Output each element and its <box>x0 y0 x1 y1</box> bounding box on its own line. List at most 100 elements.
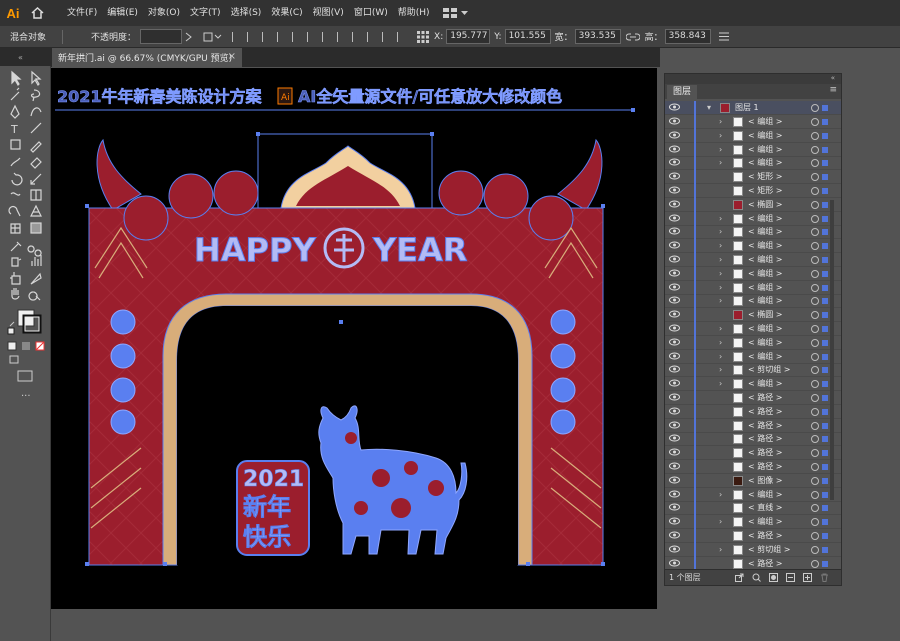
target-icon[interactable] <box>811 200 819 209</box>
target-icon[interactable] <box>811 532 819 540</box>
layer-row[interactable]: < 路径 > <box>665 418 841 433</box>
height-input[interactable]: 358.843 <box>664 29 711 44</box>
layer-row[interactable]: › < 编组 > <box>665 294 841 309</box>
target-icon[interactable] <box>811 159 819 168</box>
eye-icon[interactable] <box>669 131 680 139</box>
target-icon[interactable] <box>811 338 819 347</box>
target-icon[interactable] <box>811 118 819 126</box>
default-colors-icon[interactable] <box>7 327 15 335</box>
target-icon[interactable] <box>811 366 819 375</box>
chevron-right-icon[interactable]: › <box>719 281 722 295</box>
target-icon[interactable] <box>811 145 819 154</box>
rectangle-tool-icon[interactable] <box>10 139 21 150</box>
selection-indicator[interactable] <box>822 284 828 291</box>
menu-view[interactable]: 视图(V) <box>308 0 349 26</box>
eye-icon[interactable] <box>669 283 680 291</box>
chevron-right-icon[interactable]: › <box>719 363 722 377</box>
eye-icon[interactable] <box>669 421 680 429</box>
layer-row[interactable]: < 椭圆 > <box>665 308 841 323</box>
selection-indicator[interactable] <box>822 464 828 470</box>
target-icon[interactable] <box>811 131 819 140</box>
chevron-right-icon[interactable]: › <box>719 225 722 239</box>
target-icon[interactable] <box>811 297 819 306</box>
drawing-mode-icon[interactable] <box>9 355 19 364</box>
eye-icon[interactable] <box>669 503 680 511</box>
selection-indicator[interactable] <box>822 450 828 457</box>
layer-row[interactable]: › < 编组 > <box>665 349 841 364</box>
target-icon[interactable] <box>811 380 819 389</box>
panel-menu-icon[interactable]: ≡ <box>829 85 837 95</box>
clipping-mask-icon[interactable] <box>769 573 778 582</box>
eye-icon[interactable] <box>669 186 680 194</box>
eye-icon[interactable] <box>669 158 680 166</box>
collapse-icon[interactable]: « <box>18 53 23 62</box>
layer-row[interactable]: › < 编组 > <box>665 266 841 281</box>
selection-indicator[interactable] <box>822 105 828 111</box>
target-icon[interactable] <box>811 504 819 513</box>
eye-icon[interactable] <box>669 448 680 456</box>
distribute-left-icon[interactable] <box>367 31 376 42</box>
column-graph-tool-icon[interactable] <box>31 255 42 266</box>
selection-indicator[interactable] <box>822 546 828 553</box>
eye-icon[interactable] <box>669 559 680 567</box>
chevron-right-icon[interactable]: › <box>719 336 722 350</box>
layer-row[interactable]: › < 编组 > <box>665 225 841 240</box>
layer-row[interactable]: › < 剪切组 > <box>665 542 841 557</box>
menu-help[interactable]: 帮助(H) <box>393 0 435 26</box>
width-tool-icon[interactable] <box>10 192 21 196</box>
tab-layers[interactable]: 图层 <box>667 85 698 99</box>
eye-icon[interactable] <box>669 227 680 235</box>
chevron-right-icon[interactable]: › <box>719 543 722 557</box>
selection-indicator[interactable] <box>822 422 828 429</box>
eye-icon[interactable] <box>669 117 680 125</box>
new-layer-icon[interactable] <box>803 573 812 582</box>
eye-icon[interactable] <box>669 145 680 153</box>
search-icon[interactable] <box>752 573 761 582</box>
chevron-right-icon[interactable] <box>185 32 193 42</box>
artboard-tool-icon[interactable] <box>10 272 21 285</box>
target-icon[interactable] <box>811 545 819 554</box>
layer-row[interactable]: › < 编组 > <box>665 156 841 171</box>
target-icon[interactable] <box>811 283 819 292</box>
selection-indicator[interactable] <box>822 395 828 401</box>
layer-row[interactable]: › < 编组 > <box>665 280 841 295</box>
distribute-top-icon[interactable] <box>322 31 331 42</box>
selection-indicator[interactable] <box>822 188 828 194</box>
layer-row[interactable]: › < 编组 > <box>665 377 841 392</box>
magic-wand-tool-icon[interactable] <box>10 87 20 101</box>
chevron-right-icon[interactable]: › <box>719 488 722 502</box>
menu-effect[interactable]: 效果(C) <box>266 0 307 26</box>
slice-tool-icon[interactable] <box>30 272 42 285</box>
selection-indicator[interactable] <box>822 408 828 415</box>
layer-row[interactable]: › < 编组 > <box>665 239 841 254</box>
layer-row[interactable]: › < 编组 > <box>665 211 841 226</box>
align-bottom-icon[interactable] <box>307 31 316 42</box>
eye-icon[interactable] <box>669 241 680 249</box>
selection-indicator[interactable] <box>822 174 828 181</box>
selection-indicator[interactable] <box>822 257 828 263</box>
menu-icon[interactable] <box>718 32 729 41</box>
chevron-right-icon[interactable]: › <box>719 294 722 308</box>
selection-indicator[interactable] <box>822 339 828 346</box>
menu-select[interactable]: 选择(S) <box>226 0 267 26</box>
selection-indicator[interactable] <box>822 367 828 374</box>
chevron-right-icon[interactable]: › <box>719 143 722 157</box>
selection-indicator[interactable] <box>822 436 828 443</box>
eye-icon[interactable] <box>669 379 680 387</box>
distribute-center-icon[interactable] <box>337 31 346 42</box>
layer-row[interactable]: < 路径 > <box>665 460 841 474</box>
chevron-right-icon[interactable]: › <box>719 212 722 226</box>
target-icon[interactable] <box>811 256 819 264</box>
target-icon[interactable] <box>811 228 819 237</box>
align-center-v-icon[interactable] <box>292 31 301 42</box>
chevron-right-icon[interactable]: › <box>719 322 722 336</box>
target-icon[interactable] <box>811 435 819 444</box>
reference-point-icon[interactable] <box>417 30 430 43</box>
close-icon[interactable]: × <box>228 51 236 62</box>
workspace-switcher[interactable] <box>442 8 468 18</box>
eye-icon[interactable] <box>669 407 680 415</box>
eye-icon[interactable] <box>669 214 680 222</box>
target-icon[interactable] <box>811 242 819 251</box>
paintbrush-tool-icon[interactable] <box>10 157 21 167</box>
delete-icon[interactable] <box>820 573 829 582</box>
